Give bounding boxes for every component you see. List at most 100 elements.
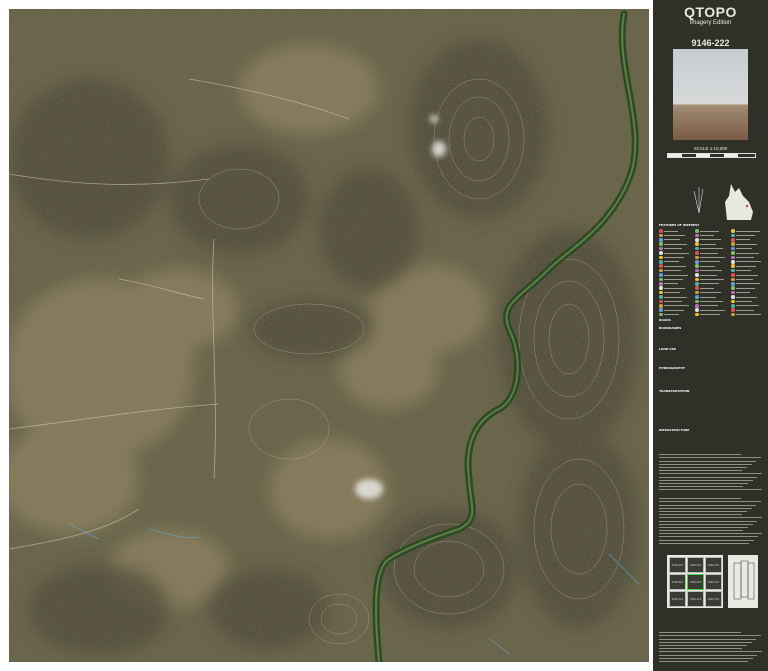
legend-entry-line: [736, 283, 760, 285]
legend-symbol-icon: [695, 299, 699, 304]
fine-print-line: [659, 514, 743, 516]
fold-diagram-icon: [733, 560, 755, 600]
legend-symbol-icon: [695, 304, 699, 308]
legend-entry-line: [664, 265, 686, 267]
fine-print-line: [659, 542, 749, 544]
legend-entry-line: [664, 274, 688, 276]
legend-entry-line: [700, 265, 715, 267]
legend-entry: [731, 255, 754, 260]
roads-heading: ROADS: [659, 318, 671, 322]
legend-entry: [659, 295, 687, 299]
legend-entry-line: [736, 296, 757, 298]
scale-label: SCALE 1:10,000: [693, 146, 728, 151]
legend-symbol-icon: [731, 260, 735, 264]
legend-entry: [731, 238, 750, 242]
legend-entry-line: [700, 314, 720, 316]
legend-entry-line: [664, 287, 685, 289]
legend-entry: [731, 286, 755, 290]
legend-symbol-icon: [659, 238, 663, 242]
legend-entry-line: [736, 239, 750, 241]
fine-print-line: [659, 473, 762, 475]
legend-entry: [659, 242, 687, 246]
legend-symbol-icon: [731, 304, 735, 308]
legend-symbol-icon: [659, 312, 663, 317]
legend-symbol-icon: [731, 295, 735, 299]
index-cell: 9146-113: [687, 591, 704, 607]
legend-symbol-icon: [695, 277, 699, 282]
fine-print-line: [659, 466, 747, 468]
legend-symbol-icon: [731, 268, 735, 273]
legend-symbol-icon: [695, 282, 699, 286]
legend-symbol-icon: [731, 242, 735, 246]
legend-entry: [695, 299, 723, 304]
legend-entry: [695, 312, 720, 317]
legend-entry: [731, 268, 751, 273]
fine-print-line: [659, 660, 748, 662]
imagery-canvas: [9, 9, 649, 662]
fine-print-line: [659, 457, 761, 459]
adjoining-sheets-index: 9146-224 9146-223 9146-232 9146-221 9146-222…: [667, 555, 723, 608]
index-cell: 9146-114: [669, 591, 686, 607]
legend-entry: [659, 312, 679, 317]
legend-entry: [659, 238, 680, 242]
legend-entry: [659, 229, 678, 233]
legend-entry-line: [664, 278, 683, 280]
scale-bar: [667, 153, 756, 158]
legend-symbol-icon: [695, 273, 699, 277]
legend-symbol-icon: [695, 312, 699, 317]
legend-entry: [659, 299, 682, 304]
legend-entry-line: [664, 292, 680, 294]
fine-print-line: [659, 530, 744, 532]
fine-print-line: [659, 657, 753, 659]
north-diagram: [693, 187, 704, 214]
legend-entry-line: [736, 252, 759, 254]
legend-entry-line: [736, 274, 758, 276]
legend-entry-line: [664, 243, 687, 245]
legend-symbol-icon: [695, 229, 699, 233]
edition-label: Imagery Edition: [689, 20, 732, 26]
legend-entry: [695, 246, 723, 251]
legend-entry: [695, 295, 716, 299]
legend-entry: [695, 264, 715, 268]
boundaries-heading: BOUNDARIES: [659, 326, 682, 330]
legend-symbol-icon: [695, 255, 699, 260]
legend-symbol-icon: [695, 268, 699, 273]
legend-entry: [695, 229, 719, 233]
index-cell: 9146-224: [669, 557, 686, 573]
fine-print-line: [659, 454, 742, 456]
legend-entry-line: [736, 300, 752, 302]
legend-entry-line: [700, 252, 718, 254]
legend-entry-line: [664, 309, 684, 311]
legend-symbol-icon: [659, 282, 663, 286]
legend-entry: [659, 233, 685, 238]
legend-symbol-icon: [659, 229, 663, 233]
imagery-map[interactable]: [9, 9, 649, 662]
legend-symbol-icon: [731, 282, 735, 286]
fine-print-line: [659, 463, 752, 465]
copyright-block: [659, 630, 762, 662]
index-cell: 9146-232: [705, 557, 722, 573]
legend-entry-line: [664, 256, 684, 258]
legend-entry: [731, 308, 754, 312]
legend-heading: FEATURES OF INTEREST: [659, 223, 700, 227]
fine-print-line: [659, 479, 753, 481]
legend-symbol-icon: [695, 251, 699, 255]
scale-bar-segment: [696, 154, 710, 157]
legend-entry: [731, 277, 753, 282]
legend-entry-line: [700, 230, 719, 232]
fine-print-line: [659, 632, 742, 634]
legend-entry: [731, 290, 750, 295]
fine-print-line: [659, 482, 748, 484]
legend-symbol-icon: [695, 260, 699, 264]
legend-entry: [659, 273, 688, 277]
legend-entry: [695, 282, 719, 286]
legend-symbol-icon: [659, 246, 663, 251]
legend-entry-line: [700, 278, 724, 280]
legend-entry: [659, 255, 684, 260]
legend-symbol-icon: [659, 251, 663, 255]
legend-entry-line: [664, 300, 682, 302]
index-cell: 9146-134: [705, 591, 722, 607]
fine-print-line: [659, 644, 747, 646]
legend-symbol-icon: [695, 295, 699, 299]
legend-entry: [695, 242, 716, 246]
